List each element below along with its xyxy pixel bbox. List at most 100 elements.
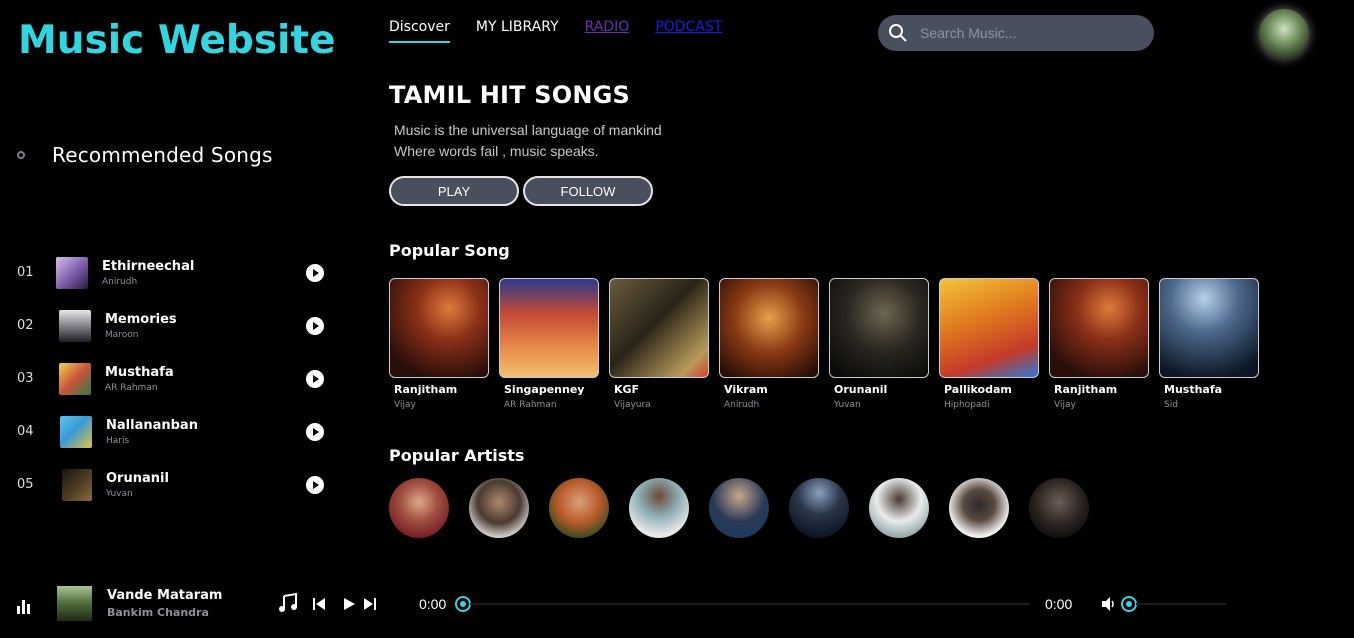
artist-avatar[interactable] [1029,478,1089,538]
recommended-title: Recommended Songs [52,143,273,167]
volume-bar[interactable] [1136,603,1226,605]
popular-songs-list: Ranjitham Vijay Singapenney AR Rahman KG… [389,278,1269,410]
card-song-name: Ranjitham [1054,383,1118,396]
song-thumbnail [56,256,88,289]
song-card[interactable]: Musthafa Sid [1159,278,1259,410]
song-thumbnail [62,468,92,501]
list-item[interactable]: 01 Ethirneechal Anirudh [17,246,327,299]
song-card[interactable]: Ranjitham Vijay [389,278,489,410]
popular-artists-list [389,478,1109,538]
song-number: 01 [17,265,34,280]
list-item[interactable]: 05 Orunanil Yuvan [17,458,327,511]
now-playing-artist: Bankim Chandra [107,606,209,619]
song-number: 05 [17,477,34,492]
hero-line-1: Music is the universal language of manki… [394,122,662,138]
volume-icon[interactable] [1101,596,1117,612]
song-artist: Haris [106,435,130,446]
song-artist: Yuvan [106,488,133,499]
list-item[interactable]: 03 Musthafa AR Rahman [17,352,327,405]
artist-avatar[interactable] [709,478,769,538]
play-pause-icon[interactable] [341,596,357,612]
current-time: 0:00 [419,596,447,612]
album-cover [1159,278,1259,378]
now-playing-thumbnail [57,586,92,621]
volume-knob[interactable] [1121,596,1137,612]
song-name: Memories [105,311,177,327]
artist-avatar[interactable] [629,478,689,538]
now-playing-title: Vande Mataram [107,588,223,603]
artist-avatar[interactable] [789,478,849,538]
song-card[interactable]: Ranjitham Vijay [1049,278,1149,410]
follow-button[interactable]: FOLLOW [523,176,653,206]
card-song-name: Vikram [724,383,768,396]
song-number: 03 [17,371,34,386]
artist-avatar[interactable] [469,478,529,538]
card-artist-name: Vijayura [614,400,651,410]
popular-artists-title: Popular Artists [389,446,525,465]
play-icon[interactable] [306,263,324,282]
list-item[interactable]: 02 Memories Maroon [17,299,327,352]
card-artist-name: Vijay [1054,400,1076,410]
play-button[interactable]: PLAY [389,176,519,206]
artist-avatar[interactable] [389,478,449,538]
song-card[interactable]: Singapenney AR Rahman [499,278,599,410]
song-card[interactable]: Pallikodam Hiphopadi [939,278,1039,410]
album-cover [829,278,929,378]
hero-line-2: Where words fail , music speaks. [394,143,599,159]
card-artist-name: Anirudh [724,400,760,410]
song-name: Nallananban [106,417,198,433]
previous-icon[interactable] [311,596,327,612]
artist-avatar[interactable] [869,478,929,538]
nav-radio[interactable]: RADIO [585,19,630,43]
bullet-icon [17,151,25,159]
card-artist-name: Yuvan [834,400,861,410]
album-cover [609,278,709,378]
music-note-icon[interactable] [277,592,299,614]
song-card[interactable]: KGF Vijayura [609,278,709,410]
search-input[interactable] [920,25,1140,41]
nav-podcast[interactable]: PODCAST [655,19,722,43]
music-player: Vande Mataram Bankim Chandra 0:00 0:00 [0,580,1354,638]
artist-avatar[interactable] [549,478,609,538]
progress-knob[interactable] [455,596,471,612]
song-card[interactable]: Vikram Anirudh [719,278,819,410]
album-cover [939,278,1039,378]
card-artist-name: AR Rahman [504,400,557,410]
equalizer-icon[interactable] [17,600,33,614]
next-icon[interactable] [362,596,378,612]
search-bar [878,15,1154,51]
song-name: Musthafa [105,364,174,380]
song-card[interactable]: Orunanil Yuvan [829,278,929,410]
song-artist: AR Rahman [105,382,158,393]
song-thumbnail [59,362,91,395]
page-title: TAMIL HIT SONGS [389,81,631,109]
album-cover [389,278,489,378]
play-icon[interactable] [306,475,324,494]
album-cover [719,278,819,378]
nav-my-library[interactable]: MY LIBRARY [476,19,559,43]
card-song-name: Singapenney [504,383,585,396]
play-icon[interactable] [306,369,324,388]
card-song-name: Pallikodam [944,383,1012,396]
card-song-name: Orunanil [834,383,888,396]
song-name: Ethirneechal [102,258,195,274]
card-song-name: Ranjitham [394,383,458,396]
artist-avatar[interactable] [949,478,1009,538]
song-artist: Anirudh [102,276,138,287]
card-song-name: KGF [614,383,640,396]
play-icon[interactable] [306,316,324,335]
list-item[interactable]: 04 Nallananban Haris [17,405,327,458]
card-artist-name: Hiphopadi [944,400,990,410]
song-number: 04 [17,424,34,439]
album-cover [499,278,599,378]
progress-bar[interactable] [470,603,1030,605]
play-icon[interactable] [306,422,324,441]
user-avatar[interactable] [1259,9,1309,59]
card-song-name: Musthafa [1164,383,1223,396]
card-artist-name: Sid [1164,400,1178,410]
nav-discover[interactable]: Discover [389,19,450,43]
song-name: Orunanil [106,470,169,486]
main-nav: Discover MY LIBRARY RADIO PODCAST [389,19,748,43]
search-icon[interactable] [888,23,908,43]
song-thumbnail [59,309,91,342]
